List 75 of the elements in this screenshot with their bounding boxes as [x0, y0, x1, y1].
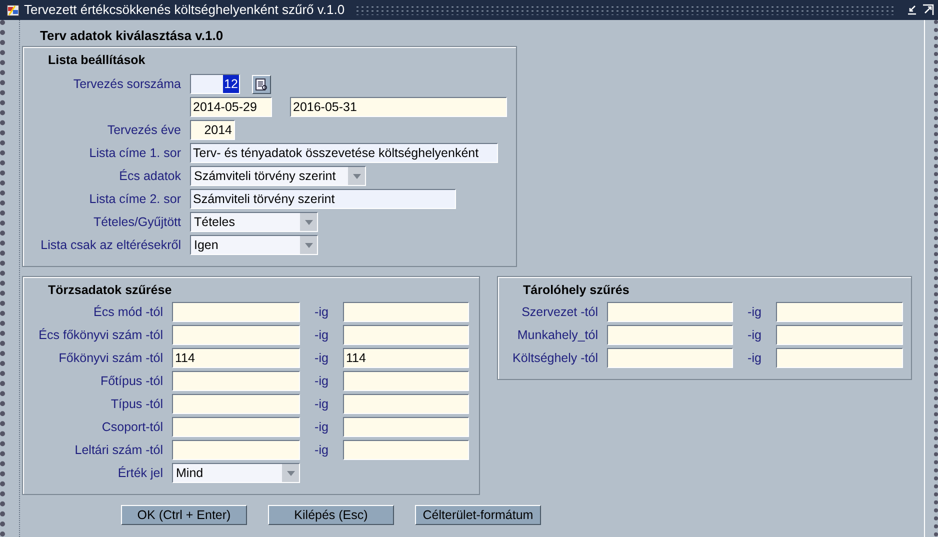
- input-field[interactable]: [343, 371, 469, 391]
- input-field[interactable]: [776, 302, 903, 322]
- input-field[interactable]: [343, 417, 469, 437]
- input-field[interactable]: [607, 302, 733, 322]
- input-field[interactable]: [343, 394, 469, 414]
- input-field[interactable]: [172, 440, 300, 460]
- field-label: Lista címe 1. sor: [88, 144, 181, 162]
- input-field[interactable]: [172, 302, 300, 322]
- input-field[interactable]: [343, 302, 469, 322]
- input-field[interactable]: 2014-05-29: [190, 97, 272, 117]
- field-label: Csoport-tól: [100, 418, 163, 436]
- input-field[interactable]: [776, 348, 903, 368]
- field-label: Leltári szám -tól: [74, 442, 163, 459]
- list-icon: [255, 78, 268, 90]
- input-field[interactable]: [172, 371, 300, 391]
- input-field[interactable]: 2016-05-31: [290, 97, 507, 117]
- range-label: -ig: [314, 418, 330, 436]
- input-field[interactable]: [776, 325, 903, 345]
- range-label: -ig: [314, 350, 330, 367]
- field-label: Típus -tól: [110, 396, 163, 413]
- action-button[interactable]: Célterület-formátum: [415, 505, 541, 525]
- input-field[interactable]: [343, 325, 469, 345]
- window-title: Tervezett értékcsökkenés költséghelyenként szűrő v.1.0: [24, 1, 345, 20]
- minimize-icon[interactable]: [906, 4, 918, 16]
- field-label: Lista címe 2. sor: [88, 190, 181, 208]
- app-icon: [6, 3, 20, 17]
- input-field[interactable]: 2014: [190, 120, 235, 140]
- input-field[interactable]: [607, 325, 733, 345]
- input-field[interactable]: Terv- és tényadatok összevetése költséghelyenként: [190, 143, 498, 163]
- dropdown[interactable]: Számviteli törvény szerint: [190, 166, 366, 186]
- field-label: Tervezés éve: [106, 122, 181, 139]
- range-label: -ig: [746, 326, 762, 344]
- dropdown-arrow-icon: [304, 220, 312, 224]
- maximize-icon[interactable]: [922, 4, 934, 16]
- lookup-button[interactable]: [252, 74, 271, 94]
- panel-title: Tárolóhely szűrés: [522, 282, 630, 297]
- range-label: -ig: [314, 304, 330, 321]
- input-field[interactable]: [607, 348, 733, 368]
- panel-title: Törzsadatok szűrése: [47, 282, 173, 297]
- action-button[interactable]: OK (Ctrl + Enter): [121, 505, 247, 525]
- field-label: Főkönyvi szám -tól: [58, 350, 163, 367]
- dropdown[interactable]: Igen: [190, 235, 318, 255]
- input-field[interactable]: 114: [172, 348, 300, 368]
- field-label: Tervezés sorszáma: [72, 76, 181, 93]
- input-field[interactable]: 114: [343, 348, 469, 368]
- dropdown-arrow-icon: [352, 174, 360, 178]
- dropdown[interactable]: Tételes: [190, 212, 318, 232]
- range-label: -ig: [746, 304, 762, 321]
- dropdown-arrow-icon: [286, 470, 294, 476]
- field-label: Érték jel: [116, 464, 163, 482]
- dropdown[interactable]: Mind: [172, 463, 300, 483]
- input-field[interactable]: [343, 440, 469, 460]
- field-label: Lista csak az eltérésekről: [40, 236, 181, 254]
- field-label: Munkahely_tól: [516, 326, 598, 344]
- range-label: -ig: [314, 396, 330, 413]
- field-label: Écs mód -tól: [92, 304, 163, 321]
- field-label: Tételes/Gyűjtött: [92, 214, 181, 231]
- field-label: Szervezet -tól: [520, 304, 598, 321]
- input-field[interactable]: [172, 394, 300, 414]
- field-label: Főtípus -tól: [99, 372, 163, 390]
- range-label: -ig: [314, 326, 330, 344]
- form-heading: Terv adatok kiválasztása v.1.0: [40, 27, 224, 44]
- dropdown-arrow-icon: [304, 242, 312, 248]
- range-label: -ig: [314, 442, 330, 459]
- input-field[interactable]: Számviteli törvény szerint: [190, 189, 456, 209]
- input-field[interactable]: [172, 325, 300, 345]
- action-button[interactable]: Kilépés (Esc): [268, 505, 394, 525]
- panel-title: Lista beállítások: [47, 52, 146, 67]
- field-label: Költséghely -tól: [512, 350, 598, 367]
- field-label: Écs főkönyvi szám -tól: [38, 326, 163, 344]
- number-field[interactable]: 12: [190, 74, 240, 94]
- range-label: -ig: [746, 350, 762, 367]
- range-label: -ig: [314, 372, 330, 390]
- field-label: Écs adatok: [118, 168, 181, 185]
- input-field[interactable]: [172, 417, 300, 437]
